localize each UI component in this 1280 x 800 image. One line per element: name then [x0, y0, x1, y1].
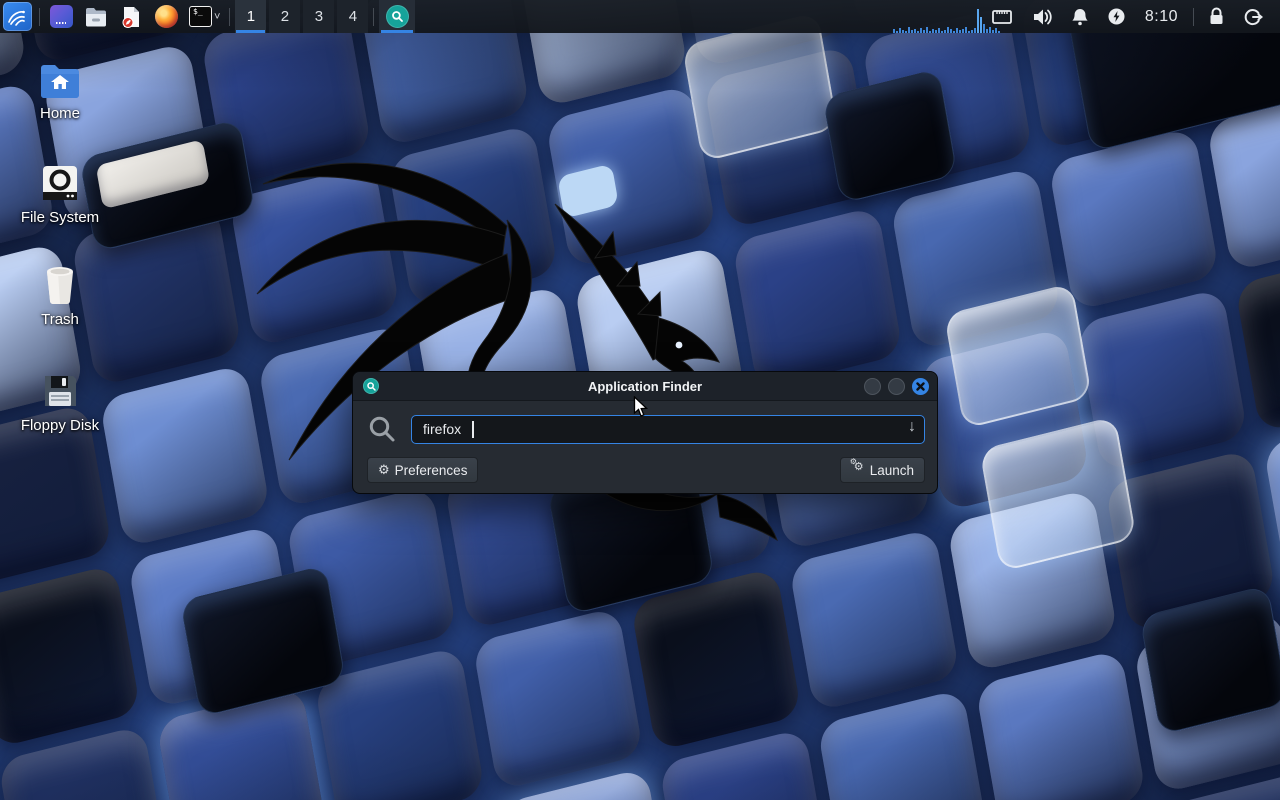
- window-title: Application Finder: [353, 379, 937, 394]
- lock-screen-icon[interactable]: [1199, 0, 1234, 33]
- app-launchers: $_ ˅: [45, 5, 224, 29]
- trash-bin-icon: [42, 262, 78, 304]
- workspace-1-button[interactable]: 1: [235, 0, 266, 33]
- terminal-emulator-launcher[interactable]: $_ ˅: [189, 5, 220, 29]
- dropdown-arrow-icon[interactable]: ↓: [908, 418, 916, 436]
- minimize-button[interactable]: [864, 378, 881, 395]
- search-input[interactable]: [411, 415, 925, 444]
- folder-icon: [84, 5, 108, 29]
- text-editor-launcher[interactable]: [119, 5, 143, 29]
- home-folder-icon: [39, 56, 81, 98]
- notification-bell-icon[interactable]: [1062, 0, 1098, 33]
- panel-separator: [1193, 8, 1194, 26]
- workspace-3-button[interactable]: 3: [303, 0, 334, 33]
- launch-button-label: Launch: [870, 463, 914, 478]
- desktop-icon-label: Floppy Disk: [21, 417, 99, 434]
- launch-run-icon: ⚙⚙: [851, 463, 865, 477]
- close-icon: [916, 382, 925, 391]
- floppy-disk-icon: [41, 368, 79, 410]
- terminal-icon: $_: [189, 6, 212, 27]
- application-finder-window: Application Finder ↓ ⚙ Pr: [352, 371, 938, 494]
- preferences-button-label: Preferences: [395, 463, 468, 478]
- workspace-2-button[interactable]: 2: [269, 0, 300, 33]
- desktop-icon-label: File System: [21, 209, 99, 226]
- search-icon: [367, 414, 397, 444]
- hard-drive-icon: [41, 160, 79, 202]
- mouse-cursor: [633, 396, 649, 418]
- network-icon[interactable]: [982, 0, 1022, 33]
- desktop-icon-trash[interactable]: Trash: [12, 262, 108, 328]
- firefox-icon: [155, 5, 178, 28]
- window-app-icon: [50, 5, 73, 28]
- panel-separator: [373, 8, 374, 26]
- gear-icon: ⚙: [378, 462, 390, 478]
- desktop-icon-label: Home: [40, 105, 80, 122]
- text-editor-icon: [119, 5, 143, 29]
- logout-icon[interactable]: [1234, 0, 1272, 33]
- desktop-icon-floppy-disk[interactable]: Floppy Disk: [12, 368, 108, 434]
- volume-icon[interactable]: [1022, 0, 1062, 33]
- maximize-button[interactable]: [888, 378, 905, 395]
- desktop-icon-file-system[interactable]: File System: [12, 160, 108, 226]
- terminal-app-launcher[interactable]: [49, 5, 73, 29]
- desktop-icon-label: Trash: [41, 311, 79, 328]
- workspace-4-button[interactable]: 4: [337, 0, 368, 33]
- firefox-launcher[interactable]: [154, 5, 178, 29]
- kali-menu-icon: [3, 2, 32, 31]
- power-manager-icon[interactable]: [1098, 0, 1135, 33]
- taskbar-application-finder-button[interactable]: [379, 0, 415, 33]
- preferences-button[interactable]: ⚙ Preferences: [367, 457, 478, 483]
- close-button[interactable]: [912, 378, 929, 395]
- clock[interactable]: 8:10: [1135, 8, 1188, 26]
- application-finder-icon: [386, 5, 409, 28]
- system-tray: 8:10: [982, 0, 1280, 33]
- text-caret: [472, 421, 474, 438]
- top-panel: $_ ˅ 1 2 3 4: [0, 0, 1280, 33]
- file-manager-launcher[interactable]: [84, 5, 108, 29]
- panel-separator: [39, 8, 40, 26]
- panel-separator: [229, 8, 230, 26]
- desktop-icon-home[interactable]: Home: [12, 56, 108, 122]
- launch-button[interactable]: ⚙⚙ Launch: [840, 457, 925, 483]
- window-controls: [864, 378, 929, 395]
- applications-menu-button[interactable]: [0, 0, 34, 33]
- workspace-switcher: 1 2 3 4: [235, 0, 368, 33]
- chevron-down-icon[interactable]: ˅: [214, 11, 220, 23]
